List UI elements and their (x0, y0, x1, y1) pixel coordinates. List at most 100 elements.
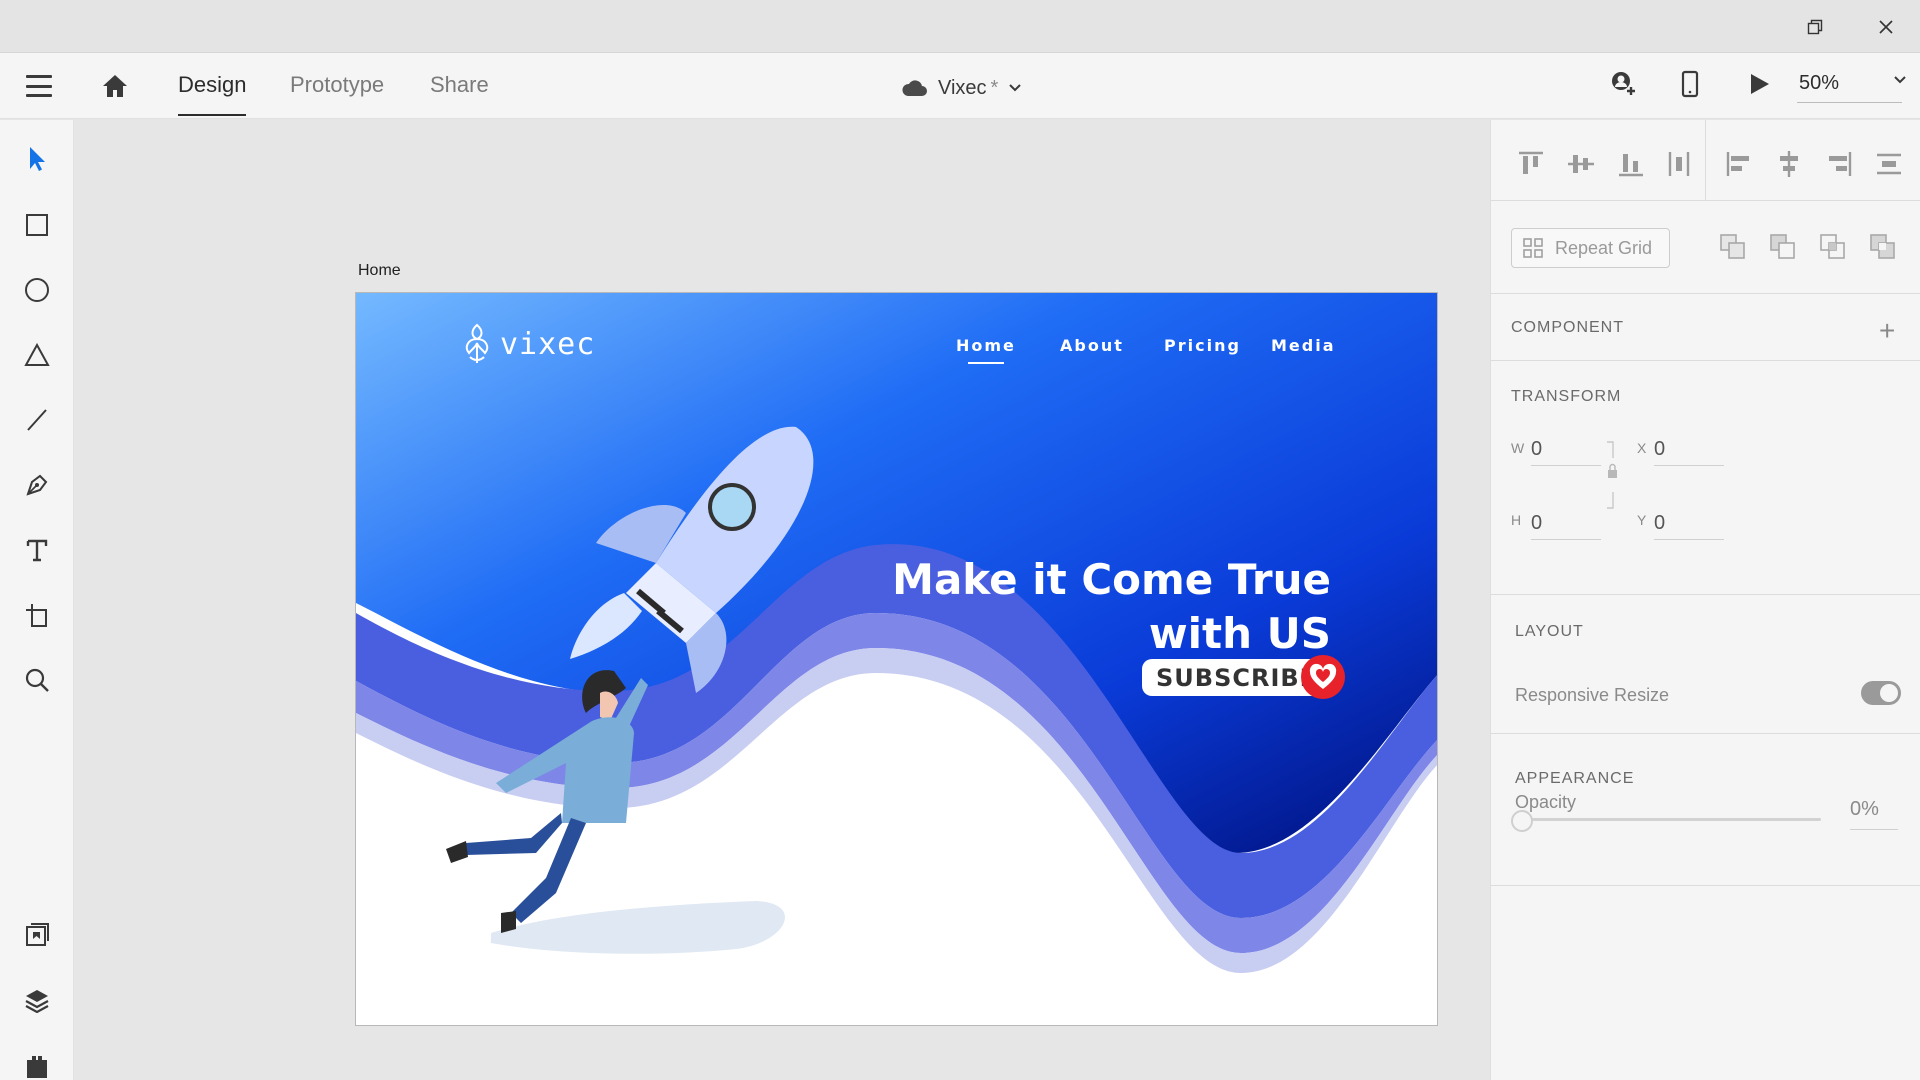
pen-tool[interactable] (22, 470, 52, 500)
subscribe-label: SUBSCRIBE (1156, 663, 1318, 692)
hero-nav-media[interactable]: Media (1271, 336, 1336, 355)
tab-design[interactable]: Design (178, 72, 247, 116)
hamburger-icon (26, 75, 52, 78)
home-icon (103, 75, 127, 97)
exclude-boolean-icon[interactable] (1868, 232, 1898, 262)
app-header: Design Prototype Share Vixec * 50% (0, 53, 1920, 119)
repeat-grid-label: Repeat Grid (1555, 237, 1653, 258)
tab-share[interactable]: Share (430, 72, 489, 116)
add-component-button[interactable]: + (1879, 315, 1895, 347)
opacity-input[interactable]: 0% (1850, 798, 1898, 830)
select-tool[interactable] (22, 144, 52, 174)
menu-button[interactable] (24, 73, 54, 99)
restore-window-button[interactable] (1800, 12, 1830, 42)
ellipse-tool[interactable] (22, 275, 52, 305)
zoom-select[interactable]: 50% (1797, 69, 1906, 103)
cloud-icon (902, 80, 927, 96)
align-left-icon[interactable] (1723, 148, 1755, 180)
height-input[interactable]: 0 (1531, 512, 1542, 535)
share-for-review-button[interactable] (1608, 69, 1636, 104)
device-preview-button[interactable] (1678, 69, 1702, 104)
line-icon (27, 409, 47, 431)
y-label: Y (1637, 512, 1647, 528)
polygon-tool[interactable] (22, 340, 52, 370)
close-window-button[interactable] (1871, 12, 1901, 42)
window-titlebar (0, 0, 1920, 53)
property-inspector: Repeat Grid COMPONENT + TRANSFORM W 0 X … (1490, 120, 1920, 1080)
responsive-resize-label: Responsive Resize (1515, 685, 1670, 705)
subtract-boolean-icon[interactable] (1768, 232, 1798, 262)
align-bottom-icon[interactable] (1615, 148, 1647, 180)
hero-logo[interactable]: vixec (460, 323, 595, 365)
add-boolean-icon[interactable] (1718, 232, 1748, 262)
align-middle-icon[interactable] (1565, 148, 1597, 180)
intersect-boolean-icon[interactable] (1818, 232, 1848, 262)
height-label: H (1511, 512, 1522, 528)
magnifier-icon (25, 668, 49, 692)
grid-icon (1523, 238, 1543, 258)
heart-badge (1301, 655, 1345, 699)
layout-section-title: LAYOUT (1515, 623, 1584, 640)
lock-aspect-toggle[interactable] (1605, 440, 1619, 510)
width-label: W (1511, 440, 1525, 456)
tab-prototype[interactable]: Prototype (290, 72, 384, 116)
user-invite-icon (1612, 72, 1635, 95)
artboard-label[interactable]: Home (358, 262, 401, 280)
layers-panel-button[interactable] (22, 985, 52, 1015)
pen-icon (26, 474, 48, 496)
triangle-icon (24, 342, 50, 366)
align-center-icon[interactable] (1773, 148, 1805, 180)
zoom-value: 50% (1799, 72, 1840, 94)
align-right-icon[interactable] (1823, 148, 1855, 180)
rectangle-icon (26, 214, 48, 236)
artboard-icon (26, 604, 47, 627)
play-icon (1751, 74, 1769, 94)
home-button[interactable] (100, 71, 130, 101)
repeat-grid-button[interactable]: Repeat Grid (1511, 228, 1670, 268)
pointer-icon (30, 147, 45, 171)
hero-nav-about[interactable]: About (1060, 336, 1124, 355)
ellipse-icon (25, 278, 49, 302)
mobile-icon (1681, 70, 1699, 98)
tools-sidebar (0, 120, 74, 1080)
hero-nav-home[interactable]: Home (956, 336, 1016, 364)
chevron-down-icon (1894, 76, 1906, 84)
document-name: Vixec (938, 76, 987, 99)
y-input[interactable]: 0 (1654, 512, 1665, 535)
hero-headline: Make it Come True with US (892, 553, 1331, 661)
assets-icon (26, 923, 49, 946)
artboard-tool[interactable] (22, 600, 52, 630)
x-input[interactable]: 0 (1654, 438, 1665, 461)
subscribe-button[interactable]: SUBSCRIBE (1142, 655, 1345, 699)
artboard-home[interactable]: vixec Home About Pricing Media Make it C… (355, 292, 1438, 1026)
opacity-slider-track[interactable] (1527, 818, 1821, 821)
x-label: X (1637, 440, 1647, 456)
assets-panel-button[interactable] (22, 920, 52, 950)
align-top-icon[interactable] (1515, 148, 1547, 180)
distribute-horizontal-icon[interactable] (1663, 148, 1695, 180)
text-tool[interactable] (22, 535, 52, 565)
document-title-dropdown[interactable]: Vixec * (900, 73, 1022, 103)
width-input[interactable]: 0 (1531, 438, 1542, 461)
hero-headline-line2: with US (1148, 609, 1331, 658)
component-section-title: COMPONENT (1511, 319, 1624, 336)
hero-headline-line1: Make it Come True (892, 555, 1331, 604)
rectangle-tool[interactable] (22, 210, 52, 240)
chevron-down-icon (1009, 84, 1022, 92)
hero-logo-text: vixec (500, 326, 596, 362)
plugins-panel-button[interactable] (22, 1050, 52, 1080)
play-preview-button[interactable] (1745, 69, 1773, 104)
appearance-section-title: APPEARANCE (1515, 770, 1635, 787)
text-icon (26, 539, 48, 562)
distribute-vertical-icon[interactable] (1873, 148, 1905, 180)
plugins-icon (27, 1056, 47, 1078)
line-tool[interactable] (22, 405, 52, 435)
responsive-resize-toggle[interactable] (1861, 681, 1901, 705)
zoom-tool[interactable] (22, 665, 52, 695)
ornament-logo-icon (465, 323, 489, 363)
transform-section-title: TRANSFORM (1511, 388, 1622, 405)
restore-icon (1807, 19, 1823, 35)
opacity-slider-handle[interactable] (1511, 810, 1533, 832)
hero-nav-pricing[interactable]: Pricing (1164, 336, 1241, 355)
close-icon (1879, 20, 1893, 34)
